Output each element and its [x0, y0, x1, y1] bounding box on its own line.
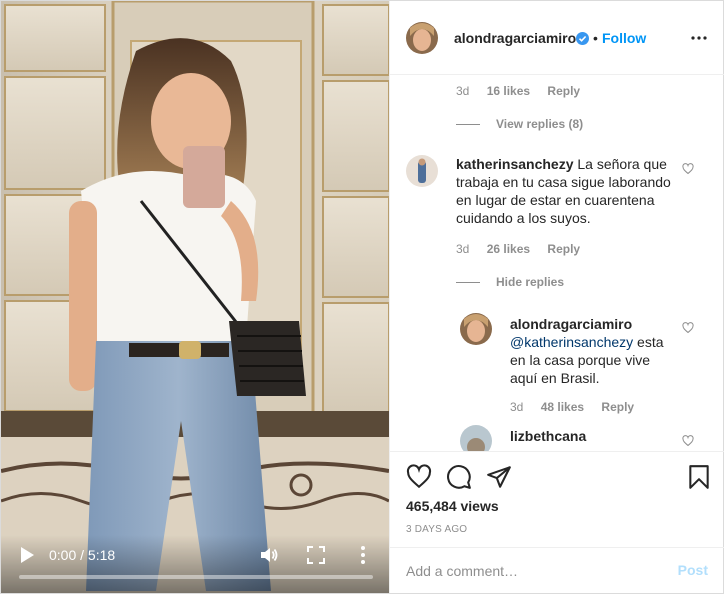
- reply-age: 3d: [510, 400, 524, 414]
- post-actions: 465,484 views 3 DAYS AGO: [390, 451, 724, 547]
- header-username[interactable]: alondragarciamiro: [454, 30, 576, 46]
- heart-icon[interactable]: [682, 435, 694, 447]
- video-controls-row: 0:00 / 5:18: [1, 543, 389, 567]
- view-replies-label: View replies (8): [496, 117, 584, 131]
- reply-button[interactable]: Reply: [547, 84, 580, 98]
- reply-username[interactable]: alondragarciamiro: [510, 316, 632, 332]
- avatar[interactable]: [406, 22, 438, 54]
- post-timestamp[interactable]: 3 DAYS AGO: [406, 524, 467, 535]
- comment-likes[interactable]: 16 likes: [487, 84, 530, 98]
- replies-line: [456, 123, 480, 125]
- comments-list[interactable]: 3d 16 likes Reply View replies (8) kathe…: [390, 75, 724, 451]
- comment-meta: 3d 16 likes Reply: [456, 84, 580, 98]
- fullscreen-icon[interactable]: [307, 546, 325, 564]
- avatar[interactable]: [460, 313, 492, 345]
- video-time: 0:00 / 5:18: [49, 547, 116, 563]
- replies-line: [456, 281, 480, 283]
- reply-likes[interactable]: 48 likes: [541, 400, 584, 414]
- post-side-panel: alondragarciamiro • Follow 3d 16 likes R…: [389, 1, 724, 593]
- comment-icon[interactable]: [446, 464, 472, 490]
- comment-meta: 3d 26 likes Reply: [456, 242, 580, 256]
- hide-replies-label: Hide replies: [496, 275, 565, 289]
- view-replies-button[interactable]: View replies (8): [456, 117, 583, 131]
- follow-button[interactable]: Follow: [602, 30, 646, 46]
- mention-link[interactable]: @katherinsanchezy: [510, 334, 633, 350]
- volume-icon[interactable]: [259, 545, 279, 565]
- video-frame: [1, 1, 389, 593]
- reply-body: lizbethcana: [510, 427, 678, 445]
- share-icon[interactable]: [486, 464, 512, 490]
- post-dialog: 0:00 / 5:18 alondragarciamiro • Follow 3…: [0, 0, 724, 594]
- header-separator: •: [593, 30, 598, 46]
- comment-body: katherinsanchezy La señora que trabaja e…: [456, 155, 678, 227]
- post-comment-button[interactable]: Post: [678, 562, 708, 578]
- more-horizontal-icon[interactable]: [690, 31, 708, 45]
- reply-button[interactable]: Reply: [601, 400, 634, 414]
- view-count[interactable]: 465,484 views: [406, 498, 499, 514]
- comment-age: 3d: [456, 84, 470, 98]
- post-header: alondragarciamiro • Follow: [390, 1, 724, 75]
- heart-icon[interactable]: [682, 163, 694, 175]
- heart-icon[interactable]: [682, 322, 694, 334]
- heart-icon[interactable]: [406, 464, 432, 490]
- reply-button[interactable]: Reply: [547, 242, 580, 256]
- bookmark-icon[interactable]: [686, 464, 712, 490]
- more-vertical-icon[interactable]: [355, 545, 371, 565]
- video-player[interactable]: 0:00 / 5:18: [1, 1, 389, 593]
- reply-body: alondragarciamiro @katherinsanchezy esta…: [510, 315, 678, 387]
- comment-username[interactable]: katherinsanchezy: [456, 156, 574, 172]
- video-progress-bar[interactable]: [19, 575, 373, 579]
- verified-icon: [576, 32, 589, 45]
- avatar[interactable]: [460, 425, 492, 451]
- comment-likes[interactable]: 26 likes: [487, 242, 530, 256]
- hide-replies-button[interactable]: Hide replies: [456, 275, 564, 289]
- reply-meta: 3d 48 likes Reply: [510, 400, 634, 414]
- play-icon[interactable]: [19, 546, 35, 564]
- add-comment-input[interactable]: [406, 561, 656, 581]
- add-comment-bar: Post: [390, 547, 724, 593]
- reply-username[interactable]: lizbethcana: [510, 428, 586, 444]
- avatar[interactable]: [406, 155, 438, 187]
- comment-age: 3d: [456, 242, 470, 256]
